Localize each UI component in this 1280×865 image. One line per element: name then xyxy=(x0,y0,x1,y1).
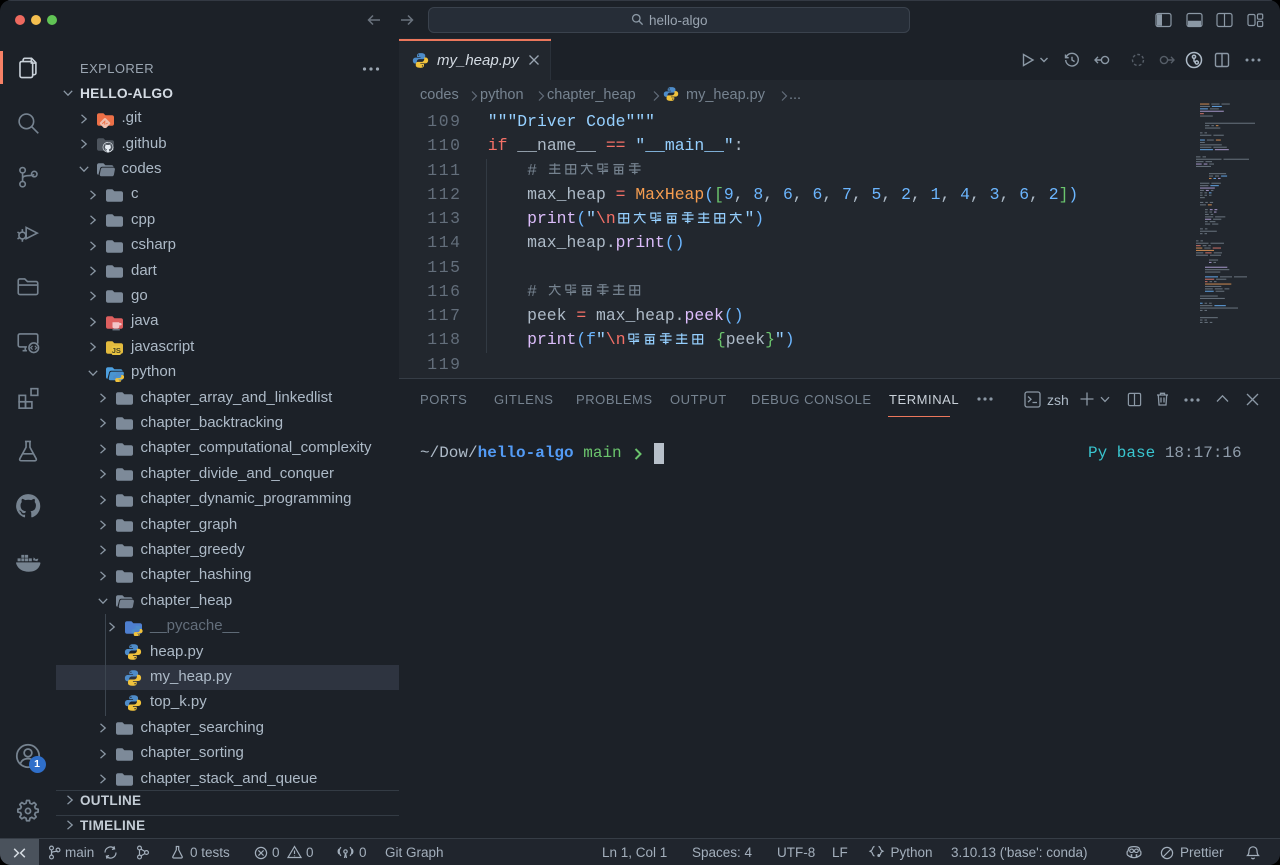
svg-text:JS: JS xyxy=(112,346,121,355)
